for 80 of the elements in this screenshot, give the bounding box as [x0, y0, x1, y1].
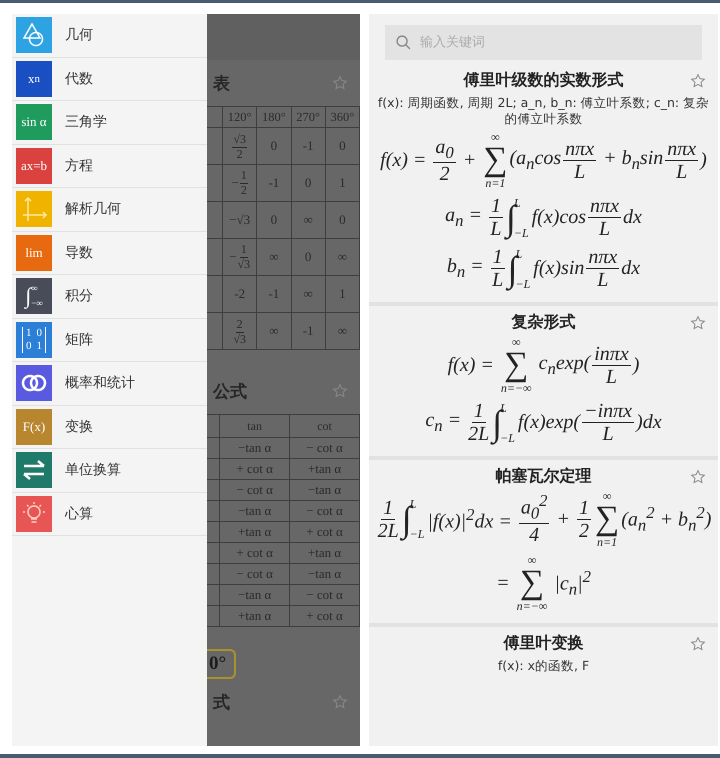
table-cell: − cot α — [290, 438, 360, 458]
menu-item[interactable]: 几何 — [12, 14, 207, 58]
menu-item[interactable]: 1 0 0 1 矩阵 — [12, 318, 207, 362]
table-cell: -1 — [291, 128, 326, 164]
matrix-icon: 1 0 0 1 — [16, 322, 52, 358]
menu-item[interactable]: F(x) 变换 — [12, 406, 207, 449]
section-title: 公式 — [212, 380, 248, 402]
menu-item[interactable]: ax=b 方程 — [12, 144, 207, 188]
table-cell: +tan α — [290, 542, 360, 564]
star-icon[interactable] — [332, 383, 348, 399]
table-cell: + cot α — [220, 542, 290, 564]
star-icon[interactable] — [690, 468, 706, 485]
table-header: cot — [290, 414, 360, 438]
star-icon[interactable] — [332, 75, 348, 91]
search-field[interactable]: 输入关键词 — [385, 25, 702, 60]
table-cell: -1 — [291, 312, 326, 350]
table-cell: − cot α — [220, 564, 290, 584]
star-icon[interactable] — [690, 314, 706, 331]
star-icon[interactable] — [690, 636, 706, 652]
formula-icon: F(x) — [16, 408, 52, 445]
section-title: 傅里叶级数的实数形式 — [462, 70, 624, 91]
table-cell: +tan α — [290, 458, 360, 480]
formula-icon: ax=b — [16, 148, 52, 184]
table-cell: −tan α — [220, 584, 290, 606]
star-icon[interactable] — [332, 694, 348, 710]
description-text: f(x): 周期函数, 周期 2L; a_n, b_n: 傅立叶系数; c_n: 复杂的傅立叶系数 — [376, 95, 710, 126]
table-cell: -2 — [222, 276, 257, 312]
menu-item[interactable]: 概率和统计 — [12, 362, 207, 406]
formula-icon: lim — [16, 234, 52, 271]
table-cell: -1 — [256, 164, 292, 202]
table-header: 360° — [325, 106, 360, 128]
table-cell: 1 — [325, 164, 360, 202]
menu-item[interactable]: 心算 — [12, 492, 207, 536]
table-cell: ∞ — [291, 276, 326, 312]
table-cell: √3 2 — [222, 128, 257, 164]
table-cell: + cot α — [290, 522, 360, 542]
star-icon[interactable] — [690, 72, 706, 88]
table-cell: 1 — [325, 276, 360, 312]
math-formula: = ∞ ∑ n=−∞ |c$_{n}$|$^{2}$ — [496, 554, 591, 612]
table-cell: ∞ — [256, 238, 292, 276]
section-title: 表 — [212, 72, 231, 94]
table-header: tan — [220, 414, 290, 438]
table-cell: − cot α — [290, 584, 360, 606]
table-cell: 0 — [291, 238, 326, 276]
menu-item[interactable]: lim 导数 — [12, 232, 207, 275]
table-header: 180° — [256, 106, 292, 128]
table-cell: ∞ — [291, 202, 326, 238]
menu-item[interactable]: sin α 三角学 — [12, 101, 207, 144]
table-header: 120° — [222, 106, 257, 128]
table-cell: +tan α — [220, 522, 290, 542]
table-cell: ∞ — [325, 312, 360, 350]
table-cell: −tan α — [220, 438, 290, 458]
description-text: f(x): x的函数, F — [498, 658, 590, 674]
table-cell: − cot α — [290, 500, 360, 522]
search-icon — [395, 34, 412, 51]
table-cell: 0 — [325, 128, 360, 164]
section-title: 式 — [212, 692, 231, 714]
menu-item[interactable]: 单位换算 — [12, 449, 207, 492]
table-cell: ∞ — [325, 238, 360, 276]
table-cell: 0 — [325, 202, 360, 238]
table-cell: −√3 — [222, 202, 257, 238]
table-cell: 0 — [256, 202, 292, 238]
table-cell: ∞ — [256, 312, 292, 350]
table-cell: − cot α — [220, 480, 290, 500]
table-cell: −tan α — [290, 564, 360, 584]
table-cell: + cot α — [220, 458, 290, 480]
table-cell: 0 — [256, 128, 292, 164]
table-cell: −tan α — [290, 480, 360, 500]
table-cell: 0 — [291, 164, 326, 202]
formula-icon: sin α — [16, 104, 52, 140]
table-cell: 2 √3 — [222, 312, 257, 350]
section-title: 傅里叶变换 — [502, 633, 584, 654]
section-title: 复杂形式 — [510, 312, 576, 334]
table-cell: + cot α — [290, 606, 360, 626]
table-header: 270° — [291, 106, 326, 128]
table-cell: -1 — [256, 276, 292, 312]
menu-item[interactable]: 解析几何 — [12, 188, 207, 232]
table-cell: +tan α — [220, 606, 290, 626]
section-title: 帕塞瓦尔定理 — [494, 466, 592, 488]
table-cell: −tan α — [220, 500, 290, 522]
